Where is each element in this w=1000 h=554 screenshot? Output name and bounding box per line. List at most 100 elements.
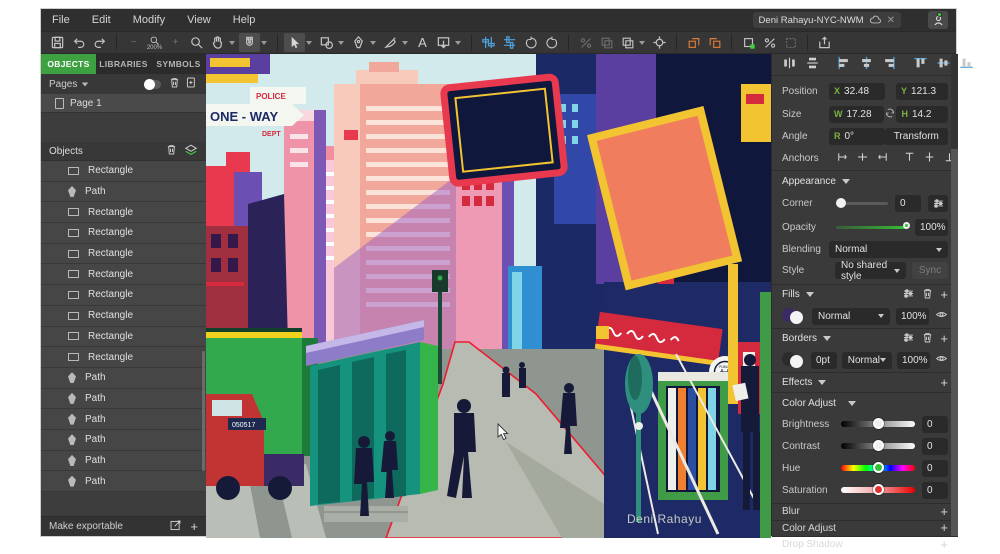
align-left-icon[interactable] — [836, 56, 851, 73]
appearance-section-header[interactable]: Appearance — [772, 171, 958, 191]
collapsed-effect-row[interactable]: Blur + — [772, 503, 958, 520]
redo-button[interactable] — [89, 33, 110, 52]
size-width-field[interactable]: W17.28 — [829, 106, 884, 123]
menu-view[interactable]: View — [176, 14, 222, 26]
color-adjust-value-field[interactable]: 0 — [922, 482, 948, 499]
document-tab[interactable]: Deni Rahayu-NYC-NWM ✕ — [753, 12, 901, 28]
sync-style-button[interactable]: Sync — [912, 262, 948, 279]
blending-dropdown[interactable]: Normal — [829, 241, 948, 258]
page-list-item[interactable]: Page 1 — [41, 94, 206, 113]
snap-tool-caret[interactable] — [261, 41, 267, 45]
anchor-top-icon[interactable] — [903, 151, 916, 166]
delete-page-button[interactable] — [168, 76, 181, 92]
shape-tool-caret[interactable] — [338, 41, 344, 45]
distribute-vertical-icon[interactable] — [805, 56, 820, 73]
size-height-field[interactable]: H14.2 — [896, 106, 948, 123]
hand-tool-caret[interactable] — [229, 41, 235, 45]
distribute-horizontal-icon[interactable] — [782, 56, 797, 73]
delete-object-button[interactable] — [165, 143, 178, 159]
align-center-vertical-icon[interactable] — [936, 56, 951, 73]
borders-add-icon[interactable]: + — [940, 334, 948, 344]
object-list-item[interactable]: Path — [41, 368, 206, 389]
convert-to-path-button[interactable] — [759, 33, 780, 52]
export-button[interactable] — [814, 33, 835, 52]
border-visibility-icon[interactable] — [935, 352, 948, 368]
distribute-tool[interactable] — [499, 33, 520, 52]
fills-add-icon[interactable]: + — [940, 290, 948, 300]
pointer-tool[interactable] — [284, 33, 305, 52]
object-list-item[interactable]: Rectangle — [41, 285, 206, 306]
object-list-item[interactable]: Rectangle — [41, 161, 206, 182]
object-list-item[interactable]: Rectangle — [41, 327, 206, 348]
shape-tool[interactable] — [316, 33, 337, 52]
zoom-in-button[interactable]: + — [165, 33, 186, 52]
tab-symbols[interactable]: SYMBOLS — [151, 54, 206, 74]
anchor-center-vertical-icon[interactable] — [923, 151, 936, 166]
corner-options-button[interactable] — [928, 195, 948, 212]
collapsed-effect-row[interactable]: Color Adjust + — [772, 520, 958, 537]
corner-value-field[interactable]: 0 — [895, 195, 921, 212]
menu-help[interactable]: Help — [222, 14, 267, 26]
object-list-item[interactable]: Rectangle — [41, 244, 206, 265]
borders-delete-icon[interactable] — [921, 331, 934, 347]
knife-tool[interactable] — [380, 33, 401, 52]
color-adjust-slider[interactable] — [841, 421, 915, 427]
object-list-item[interactable]: Rectangle — [41, 202, 206, 223]
position-y-field[interactable]: Y121.3 — [896, 83, 948, 100]
menu-edit[interactable]: Edit — [81, 14, 122, 26]
collapsed-effect-add-icon[interactable]: + — [940, 523, 948, 533]
angle-field[interactable]: R0° — [829, 128, 885, 145]
snap-tool[interactable] — [239, 33, 260, 52]
fills-section-header[interactable]: Fills + — [772, 285, 958, 304]
inspector-scrollbar-thumb[interactable] — [951, 54, 958, 149]
pen-tool-caret[interactable] — [370, 41, 376, 45]
border-opacity-field[interactable]: 100% — [897, 352, 930, 369]
align-center-horizontal-icon[interactable] — [859, 56, 874, 73]
object-list-item[interactable]: Path — [41, 471, 206, 492]
borders-section-header[interactable]: Borders + — [772, 329, 958, 348]
object-list-item[interactable]: Rectangle — [41, 347, 206, 368]
menu-file[interactable]: File — [41, 14, 81, 26]
tab-objects[interactable]: OBJECTS — [41, 54, 96, 74]
save-button[interactable] — [47, 33, 68, 52]
group-tool-caret[interactable] — [639, 41, 645, 45]
border-width-field[interactable]: 0pt — [811, 352, 837, 369]
collapsed-effect-add-icon[interactable]: + — [940, 540, 948, 550]
create-symbol-button[interactable] — [738, 33, 759, 52]
anchor-center-horizontal-icon[interactable] — [856, 151, 869, 166]
color-adjust-value-field[interactable]: 0 — [922, 438, 948, 455]
menu-modify[interactable]: Modify — [122, 14, 176, 26]
align-tool[interactable] — [478, 33, 499, 52]
place-image-caret[interactable] — [455, 41, 461, 45]
frame-tool[interactable] — [780, 33, 801, 52]
color-adjust-slider[interactable] — [841, 465, 915, 471]
align-right-icon[interactable] — [882, 56, 897, 73]
object-list-item[interactable]: Rectangle — [41, 223, 206, 244]
bring-forward-button[interactable] — [683, 33, 704, 52]
knife-tool-caret[interactable] — [402, 41, 408, 45]
fill-blend-dropdown[interactable]: Normal — [812, 308, 890, 325]
zoom-indicator[interactable]: 200% — [144, 33, 165, 52]
align-top-icon[interactable] — [913, 56, 928, 73]
place-image-tool[interactable] — [433, 33, 454, 52]
color-adjust-section-header[interactable]: Color Adjust — [772, 393, 958, 413]
effects-section-header[interactable]: Effects + — [772, 373, 958, 392]
color-adjust-value-field[interactable]: 0 — [922, 460, 948, 477]
object-list-item[interactable]: Rectangle — [41, 306, 206, 327]
borders-options-icon[interactable] — [902, 331, 915, 347]
close-document-icon[interactable]: ✕ — [887, 15, 895, 26]
collapsed-effect-add-icon[interactable]: + — [940, 507, 948, 517]
fills-delete-icon[interactable] — [921, 287, 934, 303]
fill-visibility-icon[interactable] — [935, 308, 948, 324]
color-adjust-slider[interactable] — [841, 443, 915, 449]
color-adjust-value-field[interactable]: 0 — [922, 416, 948, 433]
pen-tool[interactable] — [348, 33, 369, 52]
zoom-out-button[interactable]: − — [123, 33, 144, 52]
effects-add-icon[interactable]: + — [940, 378, 948, 388]
object-list-item[interactable]: Path — [41, 182, 206, 203]
undo-button[interactable] — [68, 33, 89, 52]
anchor-right-icon[interactable] — [876, 151, 889, 166]
text-tool[interactable]: A — [412, 33, 433, 52]
add-export-button[interactable]: + — [190, 522, 198, 532]
border-color-swatch[interactable] — [782, 351, 806, 369]
